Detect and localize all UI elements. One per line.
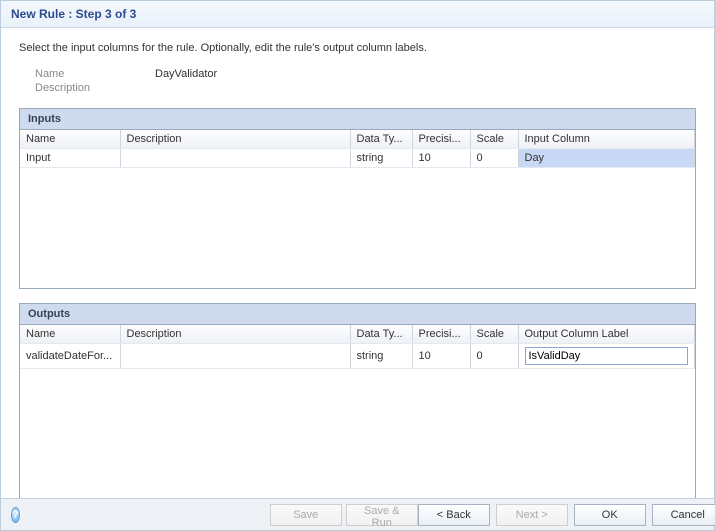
outputs-col-precision[interactable]: Precisi...: [412, 325, 470, 344]
ok-button[interactable]: OK: [574, 504, 646, 526]
rule-name-row: Name DayValidator: [35, 68, 696, 80]
outputs-col-output-label[interactable]: Output Column Label: [518, 325, 695, 344]
dialog-title: New Rule : Step 3 of 3: [1, 1, 714, 28]
inputs-panel-title: Inputs: [20, 109, 695, 130]
outputs-cell-scale[interactable]: 0: [470, 344, 518, 369]
inputs-col-input-column[interactable]: Input Column: [518, 130, 695, 149]
outputs-cell-precision[interactable]: 10: [412, 344, 470, 369]
save-and-run-button: Save & Run: [346, 504, 418, 526]
save-button: Save: [270, 504, 342, 526]
inputs-body-space: [20, 168, 695, 288]
outputs-col-scale[interactable]: Scale: [470, 325, 518, 344]
inputs-cell-scale[interactable]: 0: [470, 149, 518, 168]
rule-description-row: Description: [35, 82, 696, 94]
inputs-header-row: Name Description Data Ty... Precisi... S…: [20, 130, 695, 149]
footer-bar: ? Save Save & Run < Back Next > OK Cance…: [1, 498, 714, 530]
outputs-col-data-type[interactable]: Data Ty...: [350, 325, 412, 344]
next-button: Next >: [496, 504, 568, 526]
inputs-cell-name[interactable]: Input: [20, 149, 120, 168]
outputs-cell-name[interactable]: validateDateFor...: [20, 344, 120, 369]
back-button[interactable]: < Back: [418, 504, 490, 526]
inputs-cell-data-type[interactable]: string: [350, 149, 412, 168]
outputs-panel: Outputs Name Description Data Ty... Prec…: [19, 303, 696, 510]
outputs-panel-title: Outputs: [20, 304, 695, 325]
inputs-cell-description[interactable]: [120, 149, 350, 168]
outputs-cell-description[interactable]: [120, 344, 350, 369]
outputs-col-description[interactable]: Description: [120, 325, 350, 344]
output-column-label-input[interactable]: [525, 347, 689, 365]
inputs-panel: Inputs Name Description Data Ty... Preci…: [19, 108, 696, 289]
outputs-cell-output-label[interactable]: [518, 344, 695, 369]
outputs-cell-data-type[interactable]: string: [350, 344, 412, 369]
inputs-col-precision[interactable]: Precisi...: [412, 130, 470, 149]
outputs-header-row: Name Description Data Ty... Precisi... S…: [20, 325, 695, 344]
outputs-body-space: [20, 369, 695, 509]
inputs-grid[interactable]: Name Description Data Ty... Precisi... S…: [20, 130, 695, 168]
instruction-text: Select the input columns for the rule. O…: [19, 42, 696, 54]
name-value: DayValidator: [155, 68, 217, 80]
cancel-button[interactable]: Cancel: [652, 504, 715, 526]
inputs-col-data-type[interactable]: Data Ty...: [350, 130, 412, 149]
inputs-cell-input-column[interactable]: Day: [518, 149, 695, 168]
inputs-col-scale[interactable]: Scale: [470, 130, 518, 149]
description-label: Description: [35, 82, 155, 94]
inputs-col-name[interactable]: Name: [20, 130, 120, 149]
name-label: Name: [35, 68, 155, 80]
table-row[interactable]: validateDateFor... string 10 0: [20, 344, 695, 369]
content-area: Select the input columns for the rule. O…: [1, 28, 714, 510]
help-icon[interactable]: ?: [11, 507, 20, 523]
outputs-col-name[interactable]: Name: [20, 325, 120, 344]
table-row[interactable]: Input string 10 0 Day: [20, 149, 695, 168]
inputs-col-description[interactable]: Description: [120, 130, 350, 149]
inputs-cell-precision[interactable]: 10: [412, 149, 470, 168]
outputs-grid[interactable]: Name Description Data Ty... Precisi... S…: [20, 325, 695, 369]
